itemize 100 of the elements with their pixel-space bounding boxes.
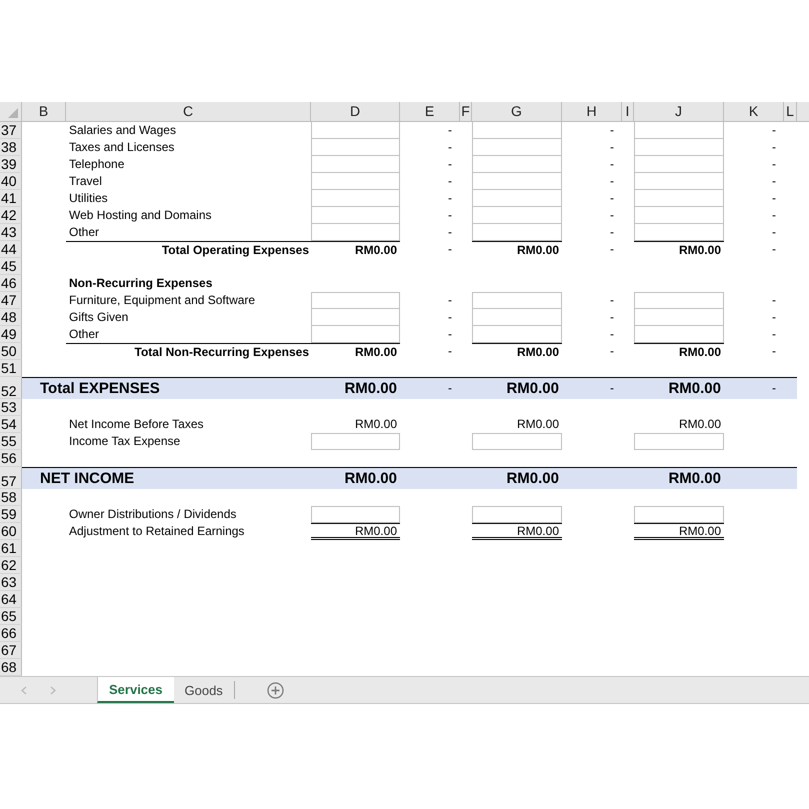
row-number[interactable]: 56 bbox=[0, 450, 22, 467]
input-cell[interactable] bbox=[472, 156, 562, 173]
input-cell[interactable] bbox=[472, 224, 562, 241]
row-number[interactable]: 67 bbox=[0, 642, 22, 659]
row-number[interactable]: 64 bbox=[0, 591, 22, 608]
dash-cell: - bbox=[772, 123, 776, 137]
input-cell[interactable] bbox=[472, 139, 562, 156]
row-number[interactable]: 47 bbox=[0, 292, 22, 309]
row-number[interactable]: 62 bbox=[0, 557, 22, 574]
input-cell[interactable] bbox=[311, 207, 400, 224]
row-number[interactable]: 55 bbox=[0, 433, 22, 450]
column-header[interactable]: E bbox=[400, 102, 460, 121]
value-cell-text: RM0.00 bbox=[505, 469, 560, 489]
input-cell[interactable] bbox=[472, 326, 562, 343]
row-number[interactable]: 59 bbox=[0, 506, 22, 523]
row-number[interactable]: 57 bbox=[0, 467, 22, 489]
input-cell[interactable] bbox=[311, 506, 400, 523]
scroll-right-icon[interactable] bbox=[50, 686, 56, 694]
row-number[interactable]: 39 bbox=[0, 156, 22, 173]
column-header[interactable]: B bbox=[22, 102, 66, 121]
input-cell[interactable] bbox=[311, 309, 400, 326]
input-cell[interactable] bbox=[472, 309, 562, 326]
input-cell[interactable] bbox=[634, 326, 724, 343]
input-cell[interactable] bbox=[472, 122, 562, 139]
input-cell[interactable] bbox=[634, 292, 724, 309]
input-cell[interactable] bbox=[634, 139, 724, 156]
column-header[interactable]: C bbox=[66, 102, 311, 121]
row-number[interactable]: 40 bbox=[0, 173, 22, 190]
dash-cell: - bbox=[610, 242, 614, 256]
row-label: Telephone bbox=[69, 157, 124, 171]
row-number[interactable]: 41 bbox=[0, 190, 22, 207]
dash-cell: - bbox=[610, 310, 614, 324]
input-cell[interactable] bbox=[472, 190, 562, 207]
input-cell[interactable] bbox=[311, 326, 400, 343]
row-number[interactable]: 53 bbox=[0, 399, 22, 416]
input-cell[interactable] bbox=[311, 224, 400, 241]
row-number[interactable]: 52 bbox=[0, 377, 22, 399]
input-cell[interactable] bbox=[311, 173, 400, 190]
add-sheet-icon[interactable] bbox=[266, 682, 284, 698]
column-header[interactable]: H bbox=[562, 102, 622, 121]
section-heading: Non-Recurring Expenses bbox=[69, 276, 212, 290]
row-number[interactable]: 65 bbox=[0, 608, 22, 625]
dash-cell: - bbox=[448, 293, 452, 307]
row-label: Other bbox=[69, 327, 100, 341]
input-cell[interactable] bbox=[472, 173, 562, 190]
input-cell[interactable] bbox=[311, 292, 400, 309]
input-cell[interactable] bbox=[311, 139, 400, 156]
scroll-left-icon[interactable] bbox=[21, 686, 27, 694]
column-header[interactable]: D bbox=[311, 102, 400, 121]
input-cell[interactable] bbox=[634, 207, 724, 224]
row-number[interactable]: 51 bbox=[0, 360, 22, 377]
subtotal-label: Total Operating Expenses bbox=[160, 242, 310, 258]
input-cell[interactable] bbox=[472, 292, 562, 309]
input-cell[interactable] bbox=[472, 506, 562, 523]
input-cell[interactable] bbox=[634, 190, 724, 207]
input-cell[interactable] bbox=[311, 433, 400, 450]
column-header[interactable]: G bbox=[472, 102, 562, 121]
input-cell[interactable] bbox=[311, 122, 400, 139]
row-number[interactable]: 63 bbox=[0, 574, 22, 591]
row-number[interactable]: 37 bbox=[0, 122, 22, 139]
input-cell[interactable] bbox=[634, 506, 724, 523]
row-number[interactable]: 43 bbox=[0, 224, 22, 241]
input-cell[interactable] bbox=[311, 156, 400, 173]
input-cell[interactable] bbox=[634, 224, 724, 241]
column-header[interactable]: L bbox=[784, 102, 797, 121]
dash-cell: - bbox=[772, 208, 776, 222]
row-number[interactable]: 46 bbox=[0, 275, 22, 292]
input-cell[interactable] bbox=[472, 433, 562, 450]
row-number[interactable]: 61 bbox=[0, 540, 22, 557]
dash-cell: - bbox=[448, 174, 452, 188]
value-cell: RM0.00 bbox=[311, 241, 400, 258]
column-header[interactable]: K bbox=[724, 102, 784, 121]
row-number[interactable]: 44 bbox=[0, 241, 22, 258]
sheet-tab[interactable]: Services bbox=[97, 677, 174, 703]
row-number[interactable]: 38 bbox=[0, 139, 22, 156]
column-header[interactable]: J bbox=[634, 102, 724, 121]
row-number[interactable]: 42 bbox=[0, 207, 22, 224]
dash-cell: - bbox=[610, 157, 614, 171]
row-number[interactable]: 48 bbox=[0, 309, 22, 326]
input-cell[interactable] bbox=[472, 207, 562, 224]
row-number[interactable]: 68 bbox=[0, 659, 22, 676]
row-label: Net Income Before Taxes bbox=[69, 417, 204, 431]
column-header[interactable]: F bbox=[460, 102, 472, 121]
row-number[interactable]: 58 bbox=[0, 489, 22, 506]
input-cell[interactable] bbox=[311, 190, 400, 207]
row-number[interactable]: 66 bbox=[0, 625, 22, 642]
input-cell[interactable] bbox=[634, 173, 724, 190]
input-cell[interactable] bbox=[634, 433, 724, 450]
row-number[interactable]: 60 bbox=[0, 523, 22, 540]
input-cell[interactable] bbox=[634, 122, 724, 139]
input-cell[interactable] bbox=[634, 309, 724, 326]
value-cell: RM0.00 bbox=[634, 241, 724, 258]
column-header[interactable]: I bbox=[622, 102, 634, 121]
row-number[interactable]: 50 bbox=[0, 343, 22, 360]
dash-cell: - bbox=[448, 381, 452, 395]
sheet-tab[interactable]: Goods bbox=[174, 681, 235, 699]
input-cell[interactable] bbox=[634, 156, 724, 173]
row-number[interactable]: 45 bbox=[0, 258, 22, 275]
row-number[interactable]: 54 bbox=[0, 416, 22, 433]
row-number[interactable]: 49 bbox=[0, 326, 22, 343]
